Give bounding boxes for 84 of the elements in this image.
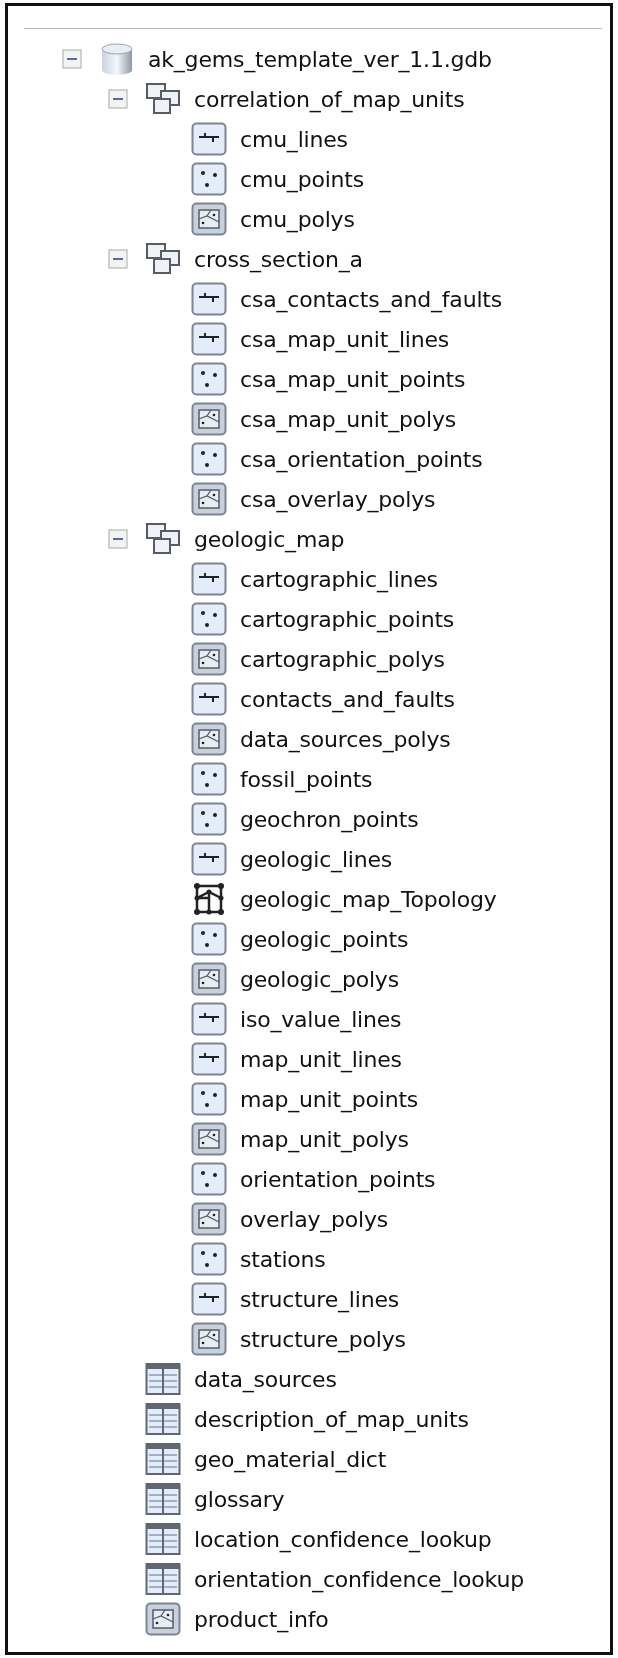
tree-item-label[interactable]: geologic_points xyxy=(240,926,409,952)
polygon-icon xyxy=(191,1322,227,1356)
table-icon xyxy=(145,1442,181,1476)
tree-expander[interactable] xyxy=(108,249,128,269)
polygon-icon xyxy=(191,642,227,676)
tree-expander[interactable] xyxy=(108,89,128,109)
tree-item-label[interactable]: cmu_polys xyxy=(240,206,355,232)
tree-item-label[interactable]: product_info xyxy=(194,1606,329,1632)
polygon-icon xyxy=(191,722,227,756)
tree-item-label[interactable]: csa_orientation_points xyxy=(240,446,483,472)
tree-item-label[interactable]: iso_value_lines xyxy=(240,1006,402,1032)
tree-item-label[interactable]: structure_lines xyxy=(240,1286,399,1312)
points-icon xyxy=(191,1162,227,1196)
tree-item-label[interactable]: cross_section_a xyxy=(194,246,363,272)
points-icon xyxy=(191,362,227,396)
tree-item-label[interactable]: cmu_points xyxy=(240,166,365,192)
tree-item-label[interactable]: data_sources xyxy=(194,1366,337,1392)
tree-item-label[interactable]: csa_map_unit_polys xyxy=(240,406,456,432)
database-icon xyxy=(99,42,135,76)
tree-item-label[interactable]: ak_gems_template_ver_1.1.gdb xyxy=(148,46,492,72)
tree-item-label[interactable]: cmu_lines xyxy=(240,126,348,152)
tree-item-label[interactable]: description_of_map_units xyxy=(194,1406,469,1432)
tree-item-label[interactable]: glossary xyxy=(194,1486,285,1512)
polygon-icon xyxy=(145,1602,181,1636)
tree-item-label[interactable]: geologic_lines xyxy=(240,846,393,872)
tree-item-label[interactable]: geo_material_dict xyxy=(194,1446,387,1472)
tree-item-label[interactable]: geochron_points xyxy=(240,806,419,832)
tree-item-label[interactable]: csa_map_unit_points xyxy=(240,366,466,392)
tree-item-label[interactable]: contacts_and_faults xyxy=(240,686,455,712)
tree-item-label[interactable]: orientation_points xyxy=(240,1166,436,1192)
points-icon xyxy=(191,802,227,836)
polygon-icon xyxy=(191,1202,227,1236)
line-feature-icon xyxy=(191,562,227,596)
points-icon xyxy=(191,442,227,476)
table-icon xyxy=(145,1482,181,1516)
tree-item-label[interactable]: overlay_polys xyxy=(240,1206,389,1232)
stacked-squares-icon xyxy=(145,522,181,556)
line-feature-icon xyxy=(191,1002,227,1036)
points-icon xyxy=(191,162,227,196)
tree-item-label[interactable]: location_confidence_lookup xyxy=(194,1526,492,1552)
line-feature-icon xyxy=(191,282,227,316)
tree-item-label[interactable]: map_unit_points xyxy=(240,1086,419,1112)
table-icon xyxy=(145,1362,181,1396)
table-icon xyxy=(145,1522,181,1556)
tree-expander[interactable] xyxy=(108,529,128,549)
points-icon xyxy=(191,1242,227,1276)
tree-item-label[interactable]: correlation_of_map_units xyxy=(194,86,465,112)
tree-item-label[interactable]: structure_polys xyxy=(240,1326,406,1352)
stacked-squares-icon xyxy=(145,82,181,116)
points-icon xyxy=(191,922,227,956)
polygon-icon xyxy=(191,1122,227,1156)
tree-item-label[interactable]: cartographic_polys xyxy=(240,646,445,672)
tree-item-label[interactable]: cartographic_lines xyxy=(240,566,438,592)
line-feature-icon xyxy=(191,682,227,716)
polygon-icon xyxy=(191,402,227,436)
tree-item-label[interactable]: data_sources_polys xyxy=(240,726,451,752)
points-icon xyxy=(191,762,227,796)
tree-item-label[interactable]: cartographic_points xyxy=(240,606,455,632)
points-icon xyxy=(191,602,227,636)
line-feature-icon xyxy=(191,1282,227,1316)
stacked-squares-icon xyxy=(145,242,181,276)
tree-item-label[interactable]: map_unit_polys xyxy=(240,1126,409,1152)
polygon-icon xyxy=(191,202,227,236)
line-feature-icon xyxy=(191,1042,227,1076)
tree-expander[interactable] xyxy=(62,49,82,69)
tree-item-label[interactable]: geologic_map xyxy=(194,526,345,552)
tree-item-label[interactable]: csa_contacts_and_faults xyxy=(240,286,502,312)
table-icon xyxy=(145,1402,181,1436)
topology-icon xyxy=(191,882,227,916)
tree-item-label[interactable]: map_unit_lines xyxy=(240,1046,402,1072)
tree-item-label[interactable]: csa_overlay_polys xyxy=(240,486,436,512)
tree-item-label[interactable]: orientation_confidence_lookup xyxy=(194,1566,524,1592)
tree-item-label[interactable]: geologic_polys xyxy=(240,966,399,992)
table-icon xyxy=(145,1562,181,1596)
tree-item-label[interactable]: stations xyxy=(240,1246,326,1272)
polygon-icon xyxy=(191,482,227,516)
tree-item-label[interactable]: geologic_map_Topology xyxy=(240,886,497,912)
line-feature-icon xyxy=(191,842,227,876)
line-feature-icon xyxy=(191,322,227,356)
line-feature-icon xyxy=(191,122,227,156)
polygon-icon xyxy=(191,962,227,996)
points-icon xyxy=(191,1082,227,1116)
tree-item-label[interactable]: fossil_points xyxy=(240,766,373,792)
tree-item-label[interactable]: csa_map_unit_lines xyxy=(240,326,450,352)
